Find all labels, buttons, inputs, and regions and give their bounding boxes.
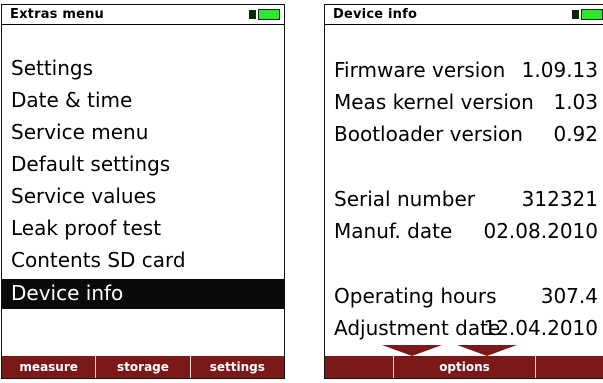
menu-item-label: Settings <box>11 56 94 80</box>
info-row-operating-hours: Operating hours 307.4 <box>325 282 603 312</box>
scroll-down-arrow-icon <box>325 344 603 356</box>
menu-item-label: Leak proof test <box>11 216 162 240</box>
info-value: 307.4 <box>540 284 598 308</box>
title-bar: Device info <box>325 5 603 25</box>
menu-item-device-info[interactable]: Device info <box>2 279 284 309</box>
info-value: 12.04.2010 <box>483 316 598 340</box>
info-row-firmware-version: Firmware version 1.09.13 <box>325 56 603 86</box>
menu-item-settings[interactable]: Settings <box>2 54 284 84</box>
info-row-serial-number: Serial number 312321 <box>325 185 603 215</box>
info-value: 312321 <box>521 187 598 211</box>
extras-menu-screen: Extras menu Settings Date & time Service… <box>1 4 285 379</box>
softkey-right-empty[interactable] <box>535 356 603 378</box>
menu-item-date-time[interactable]: Date & time <box>2 86 284 116</box>
info-value: 02.08.2010 <box>483 219 598 243</box>
menu-item-default-settings[interactable]: Default settings <box>2 150 284 180</box>
menu-item-leak-proof-test[interactable]: Leak proof test <box>2 214 284 244</box>
softkey-left-empty[interactable] <box>325 356 393 378</box>
softkey-storage[interactable]: storage <box>95 356 189 378</box>
screen-title: Device info <box>333 7 418 22</box>
menu-item-label: Date & time <box>11 88 133 112</box>
info-row-bootloader-version: Bootloader version 0.92 <box>325 120 603 150</box>
menu-item-service-values[interactable]: Service values <box>2 182 284 212</box>
menu-item-label: Default settings <box>11 152 171 176</box>
scroll-down-arrow-icon <box>382 345 442 356</box>
menu-item-contents-sd-card[interactable]: Contents SD card <box>2 246 284 276</box>
softkey-settings[interactable]: settings <box>189 356 284 378</box>
menu-item-service-menu[interactable]: Service menu <box>2 118 284 148</box>
info-row-adjustment-date: Adjustment date 12.04.2010 <box>325 314 603 344</box>
softkey-bar: measure storage settings <box>2 356 284 378</box>
info-value: 1.03 <box>553 90 598 114</box>
device-info-screen: Device info Firmware version 1.09.13 Mea… <box>324 4 603 379</box>
softkey-options[interactable]: options <box>393 356 535 378</box>
info-row-meas-kernel-version: Meas kernel version 1.03 <box>325 88 603 118</box>
menu-item-label: Service menu <box>11 120 149 144</box>
softkey-measure[interactable]: measure <box>2 356 95 378</box>
menu-item-label: Device info <box>11 281 124 305</box>
info-row-manuf-date: Manuf. date 02.08.2010 <box>325 217 603 247</box>
scroll-down-arrow-icon <box>457 345 517 356</box>
screen-title: Extras menu <box>10 7 104 22</box>
info-value: 1.09.13 <box>521 58 598 82</box>
title-bar: Extras menu <box>2 5 284 25</box>
menu-item-label: Service values <box>11 184 157 208</box>
menu-item-label: Contents SD card <box>11 248 186 272</box>
info-value: 0.92 <box>553 122 598 146</box>
softkey-bar: options <box>325 356 603 378</box>
